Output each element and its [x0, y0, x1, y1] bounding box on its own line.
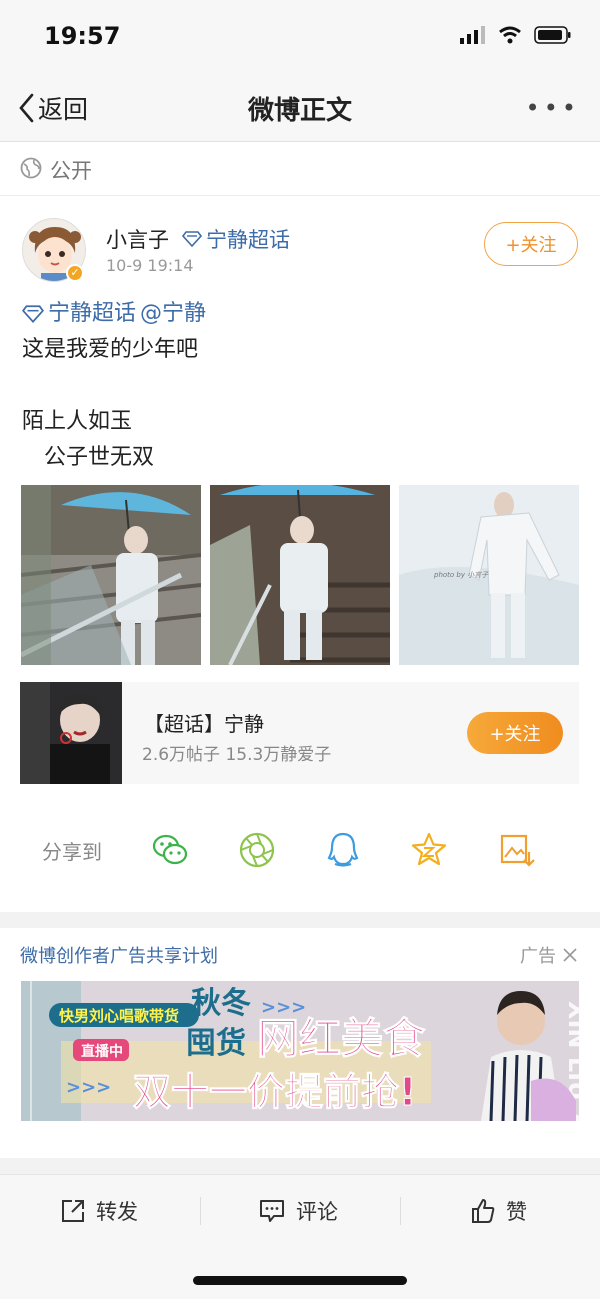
- ad-label[interactable]: 广告: [520, 942, 578, 968]
- toolbar-divider: [400, 1197, 401, 1225]
- wifi-icon: [499, 26, 521, 44]
- comment-label: 评论: [296, 1200, 338, 1224]
- like-label: 赞: [506, 1200, 527, 1224]
- super-topic-stats: 2.6万帖子 15.3万静爱子: [142, 745, 332, 765]
- photo-thumbnail[interactable]: [210, 485, 390, 665]
- nav-bar: 返回 微博正文 •••: [0, 72, 600, 142]
- comment-icon: [260, 1200, 284, 1222]
- visibility-row: 公开: [0, 142, 600, 196]
- home-indicator[interactable]: [193, 1276, 407, 1285]
- signal-icon: [460, 26, 485, 44]
- repost-icon: [62, 1200, 84, 1222]
- section-divider: [0, 1158, 600, 1174]
- topic-tag-link[interactable]: 宁静超话: [48, 296, 136, 332]
- save-image-icon[interactable]: [496, 830, 536, 870]
- globe-icon: [20, 157, 42, 179]
- post-line: 这是我爱的少年吧: [22, 337, 199, 362]
- battery-icon: [534, 26, 571, 44]
- status-bar: 19:57: [0, 0, 600, 72]
- ad-banner[interactable]: 快男刘心唱歌带货 直播中 >>> 秋冬 囤货 >>> 网红美食 双十一价提前抢!…: [21, 981, 579, 1121]
- repost-label: 转发: [96, 1200, 138, 1224]
- share-label: 分享到: [42, 840, 102, 864]
- diamond-icon: [182, 231, 202, 247]
- photo-thumbnail[interactable]: [21, 485, 201, 665]
- ad-label-text: 广告: [520, 946, 556, 967]
- super-topic-title: 【超话】宁静: [144, 712, 264, 736]
- comment-button[interactable]: 评论: [258, 1193, 338, 1229]
- page-title: 微博正文: [247, 96, 352, 126]
- author-name[interactable]: 小言子: [106, 224, 169, 254]
- share-row: 分享到: [0, 820, 600, 880]
- ad-plan-link[interactable]: 微博创作者广告共享计划: [20, 942, 218, 968]
- banner-t2: 囤货: [186, 1026, 246, 1061]
- super-topic-follow-button[interactable]: +关注: [467, 712, 563, 754]
- super-topic-card[interactable]: 【超话】宁静 2.6万帖子 15.3万静爱子 +关注: [20, 682, 579, 784]
- status-icons: [460, 26, 572, 44]
- banner-tag1: 快男刘心唱歌带货: [59, 1007, 179, 1025]
- post-line: [22, 368, 582, 404]
- author-topic-link[interactable]: 宁静超话: [182, 224, 290, 254]
- more-icon[interactable]: •••: [526, 94, 580, 122]
- post-line: 陌上人如玉: [22, 409, 133, 434]
- verified-badge-icon: ✓: [66, 264, 84, 282]
- banner-headline1: 网红美食: [257, 1014, 426, 1063]
- follow-button[interactable]: +关注: [484, 222, 578, 266]
- post-time: 10-9 19:14: [106, 256, 194, 275]
- banner-tag2: 直播中: [81, 1043, 123, 1060]
- banner-t1: 秋冬: [191, 986, 251, 1021]
- diamond-icon: [22, 305, 44, 323]
- qq-icon[interactable]: [323, 830, 363, 870]
- post-line: 公子世无双: [22, 445, 155, 470]
- ad-section: 微博创作者广告共享计划 广告 快男刘心唱歌带货 直播中 >>> 秋冬 囤货 >>…: [0, 928, 600, 1158]
- close-icon[interactable]: [562, 947, 578, 963]
- section-divider: [0, 912, 600, 928]
- wechat-icon[interactable]: [150, 830, 190, 870]
- post-tags: 宁静超话 @宁静: [22, 296, 582, 332]
- status-time: 19:57: [44, 22, 121, 50]
- photo-watermark: photo by 小言子: [433, 571, 489, 579]
- like-button[interactable]: 赞: [470, 1193, 527, 1229]
- qzone-icon[interactable]: [409, 830, 449, 870]
- author-topic-label: 宁静超话: [206, 228, 290, 252]
- photo-thumbnail[interactable]: photo by 小言子: [399, 485, 579, 665]
- repost-button[interactable]: 转发: [60, 1193, 138, 1229]
- banner-headline2: 双十一价提前抢!: [133, 1070, 416, 1114]
- toolbar-divider: [200, 1197, 201, 1225]
- photo-grid: photo by 小言子: [21, 485, 579, 665]
- super-topic-thumbnail: [20, 682, 122, 784]
- post-content: 宁静超话 @宁静 这是我爱的少年吧 陌上人如玉 公子世无双: [22, 296, 582, 476]
- visibility-label: 公开: [50, 159, 92, 183]
- moments-icon[interactable]: [237, 830, 277, 870]
- thumbs-up-icon: [472, 1199, 495, 1223]
- mention-link[interactable]: @宁静: [140, 296, 206, 332]
- author-header: ✓ 小言子 宁静超话 10-9 19:14 +关注: [0, 212, 600, 292]
- banner-arrows: >>>: [66, 1077, 111, 1098]
